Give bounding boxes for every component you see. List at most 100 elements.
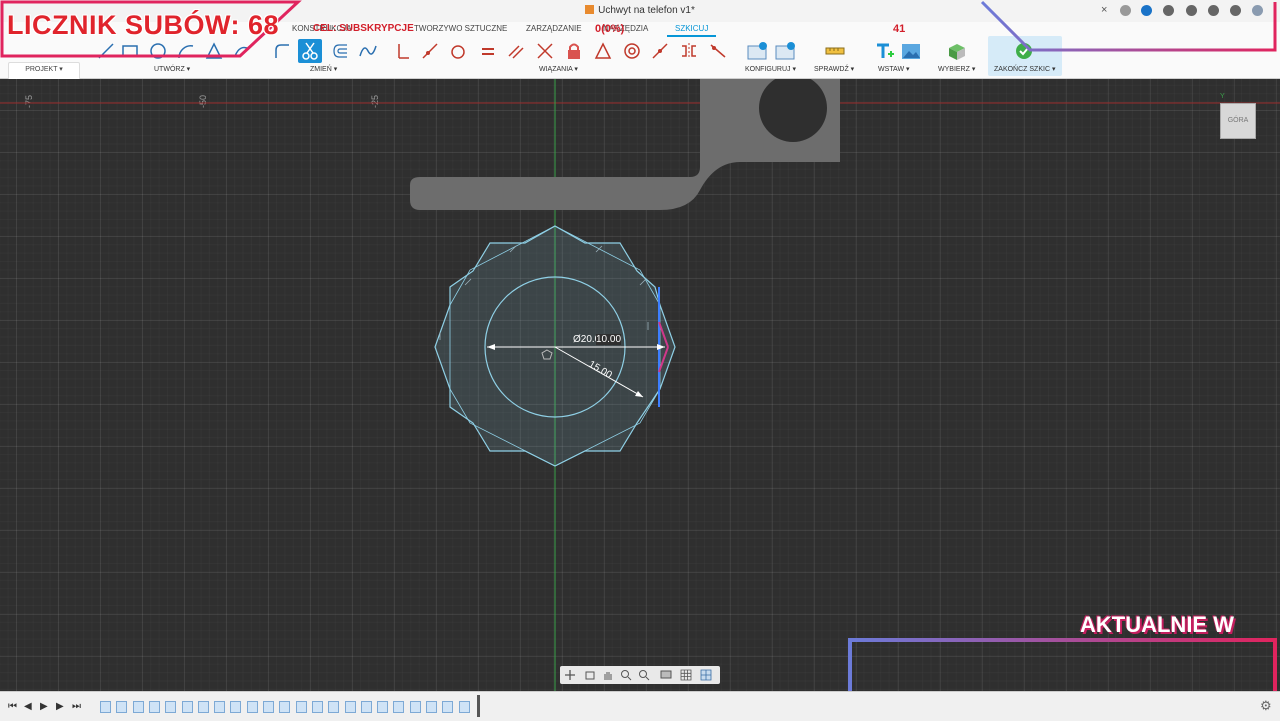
group-configure-label[interactable]: KONFIGURUJ ▾: [745, 65, 796, 73]
perpendicular-constraint-icon[interactable]: [535, 41, 555, 61]
configure-rules-icon[interactable]: [774, 41, 798, 61]
rectangle-tool-icon[interactable]: [120, 41, 140, 61]
grid-settings-icon[interactable]: [680, 669, 692, 681]
notifications-icon[interactable]: [1208, 5, 1219, 16]
timeline-feature-item[interactable]: [295, 701, 307, 713]
timeline-previous-button[interactable]: ◀: [24, 701, 32, 712]
orbit-icon[interactable]: [564, 669, 576, 681]
collinear-constraint-icon[interactable]: [650, 41, 670, 61]
timeline-feature-item[interactable]: [263, 701, 274, 713]
horizontal-vertical-constraint-icon[interactable]: [394, 41, 414, 61]
group-inspect-label[interactable]: SPRAWDŹ ▾: [814, 65, 854, 73]
timeline-feature-item[interactable]: [328, 701, 340, 713]
goal-count: 41: [893, 23, 906, 35]
job-status-icon[interactable]: [1163, 5, 1174, 16]
insert-text-icon[interactable]: [874, 41, 894, 61]
help-icon[interactable]: [1230, 5, 1241, 16]
navigation-bar: [560, 666, 720, 684]
timeline-feature-item[interactable]: [230, 701, 242, 713]
tangent-constraint-icon[interactable]: [420, 41, 440, 61]
parallel-constraint-icon[interactable]: [506, 41, 526, 61]
tab-tworzywo-sztuczne[interactable]: TWORZYWO SZTUCZNE: [414, 24, 507, 33]
view-cube[interactable]: GÓRA: [1220, 103, 1256, 139]
tab-zarzadzanie[interactable]: ZARZĄDZANIE: [526, 24, 582, 33]
zoom-icon[interactable]: [620, 669, 632, 681]
timeline-feature-item[interactable]: [344, 701, 356, 713]
concentric-constraint-icon[interactable]: [622, 41, 642, 61]
timeline-feature-item[interactable]: [116, 701, 128, 713]
symmetry-constraint-icon[interactable]: [679, 41, 699, 61]
extensions-icon[interactable]: [1141, 5, 1152, 16]
equal-constraint-icon[interactable]: [478, 41, 498, 61]
document-cube-icon: [585, 5, 595, 14]
timeline-play-button[interactable]: ▶: [40, 701, 48, 712]
group-constraints-label[interactable]: WIĄZANIA ▾: [539, 65, 578, 73]
new-tab-icon[interactable]: [1120, 5, 1131, 16]
viewports-icon[interactable]: [700, 669, 712, 681]
timeline-feature-item[interactable]: [442, 701, 454, 713]
group-finish-sketch-label[interactable]: ZAKOŃCZ SZKIC ▾: [994, 65, 1055, 73]
pan-hand-icon[interactable]: [602, 669, 614, 681]
now-playing-label: AKTUALNIE W: [1080, 612, 1234, 637]
fit-point-spline-icon[interactable]: [232, 41, 252, 61]
goal-label: CEL: SUBSKRYPCJE: [313, 23, 414, 34]
timeline-feature-item[interactable]: [100, 701, 111, 713]
fit-icon[interactable]: [638, 669, 650, 681]
timeline-feature-item[interactable]: [197, 701, 209, 713]
timeline-feature-item[interactable]: [181, 701, 193, 713]
look-at-icon[interactable]: [584, 669, 596, 681]
timeline-feature-item[interactable]: [393, 701, 405, 713]
timeline-settings-gear-icon[interactable]: ⚙: [1260, 698, 1272, 714]
viewcube-y-axis-label: Y: [1220, 93, 1225, 100]
timeline-feature-item[interactable]: [360, 701, 372, 713]
insert-image-icon[interactable]: [900, 41, 922, 61]
coincident-constraint-icon[interactable]: [448, 41, 468, 61]
select-box-icon[interactable]: [946, 41, 968, 61]
trim-tool-button[interactable]: [298, 39, 322, 63]
spline-edit-icon[interactable]: [358, 41, 378, 61]
finish-sketch-icon[interactable]: [1014, 41, 1034, 61]
timeline-feature-item[interactable]: [409, 701, 421, 713]
timeline-feature-item[interactable]: [214, 701, 226, 713]
group-create-label[interactable]: UTWÓRZ ▾: [154, 65, 190, 73]
sketch-canvas[interactable]: -75 -50 -25 Ø20.00 10.00 15.00 Y GÓRA: [0, 79, 1280, 691]
document-title-text: Uchwyt na telefon v1*: [598, 5, 695, 16]
timeline-marker[interactable]: [477, 695, 480, 717]
timeline-feature-item[interactable]: [132, 701, 144, 713]
timeline-feature-item[interactable]: [279, 701, 291, 713]
timeline-first-button[interactable]: ⏮: [8, 701, 17, 712]
timeline-feature-item[interactable]: [426, 701, 437, 713]
curvature-constraint-icon[interactable]: [708, 41, 728, 61]
fillet-tool-icon[interactable]: [272, 41, 292, 61]
offset-tool-icon[interactable]: [330, 41, 350, 61]
online-icon[interactable]: [1186, 5, 1197, 16]
group-select-label[interactable]: WYBIERZ ▾: [938, 65, 975, 73]
polygon-tool-icon[interactable]: [204, 41, 224, 61]
timeline-feature-item[interactable]: [311, 701, 323, 713]
timeline-last-button[interactable]: ⏭: [72, 701, 81, 712]
timeline-feature-item[interactable]: [246, 701, 258, 713]
avatar[interactable]: [1252, 5, 1263, 16]
linear-dimension-label[interactable]: 10.00: [596, 334, 622, 345]
tab-szkicuj[interactable]: SZKICUJ: [667, 24, 717, 37]
arc-tool-icon[interactable]: [176, 41, 196, 61]
goal-percent: 0(0%): [595, 23, 625, 35]
midpoint-constraint-icon[interactable]: [593, 41, 613, 61]
fix-constraint-icon[interactable]: [564, 41, 584, 61]
sketch-geometry[interactable]: [0, 79, 1280, 691]
configure-table-icon[interactable]: [746, 41, 770, 61]
display-settings-icon[interactable]: [660, 669, 672, 681]
timeline-feature-item[interactable]: [148, 701, 160, 713]
circle-tool-icon[interactable]: [148, 41, 168, 61]
close-tab-button[interactable]: ×: [1101, 4, 1107, 16]
timeline-feature-item[interactable]: [165, 701, 177, 713]
line-tool-icon[interactable]: [96, 41, 116, 61]
measure-icon[interactable]: [824, 41, 846, 61]
scissors-icon: [302, 42, 318, 60]
timeline-feature-item[interactable]: [458, 701, 470, 713]
subscriber-counter: LICZNIK SUBÓW: 68: [7, 10, 280, 40]
group-modify-label[interactable]: ZMIEŃ ▾: [310, 65, 337, 73]
group-insert-label[interactable]: WSTAW ▾: [878, 65, 910, 73]
timeline-next-button[interactable]: ▶: [56, 701, 64, 712]
timeline-feature-item[interactable]: [377, 701, 389, 713]
